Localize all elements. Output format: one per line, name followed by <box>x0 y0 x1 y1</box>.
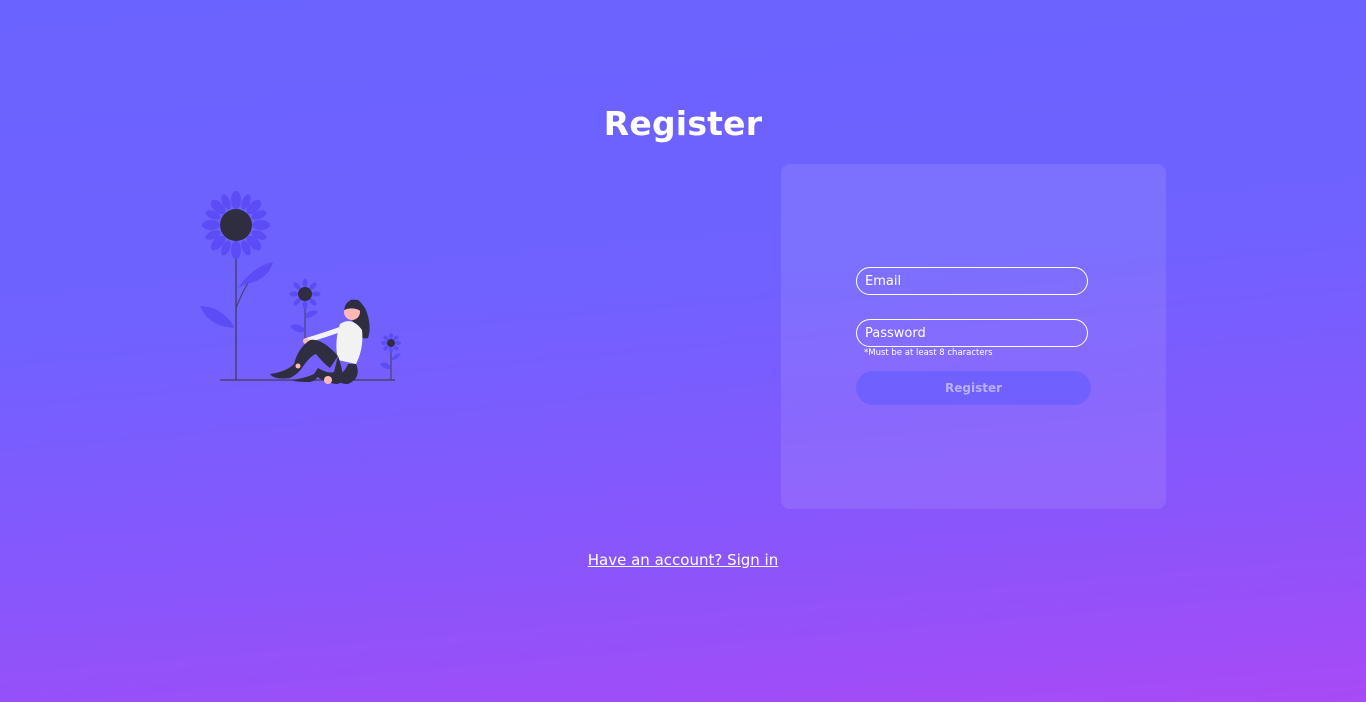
woman-sunflowers-illustration-icon <box>198 188 403 388</box>
signin-link-container: Have an account? Sign in <box>0 550 1366 570</box>
password-field[interactable] <box>856 319 1088 347</box>
page-title: Register <box>603 104 763 143</box>
register-card: *Must be at least 8 characters Register <box>781 164 1166 509</box>
register-button[interactable]: Register <box>856 371 1091 405</box>
password-hint: *Must be at least 8 characters <box>864 348 993 358</box>
email-field[interactable] <box>856 267 1088 295</box>
signin-link[interactable]: Have an account? Sign in <box>588 551 778 569</box>
